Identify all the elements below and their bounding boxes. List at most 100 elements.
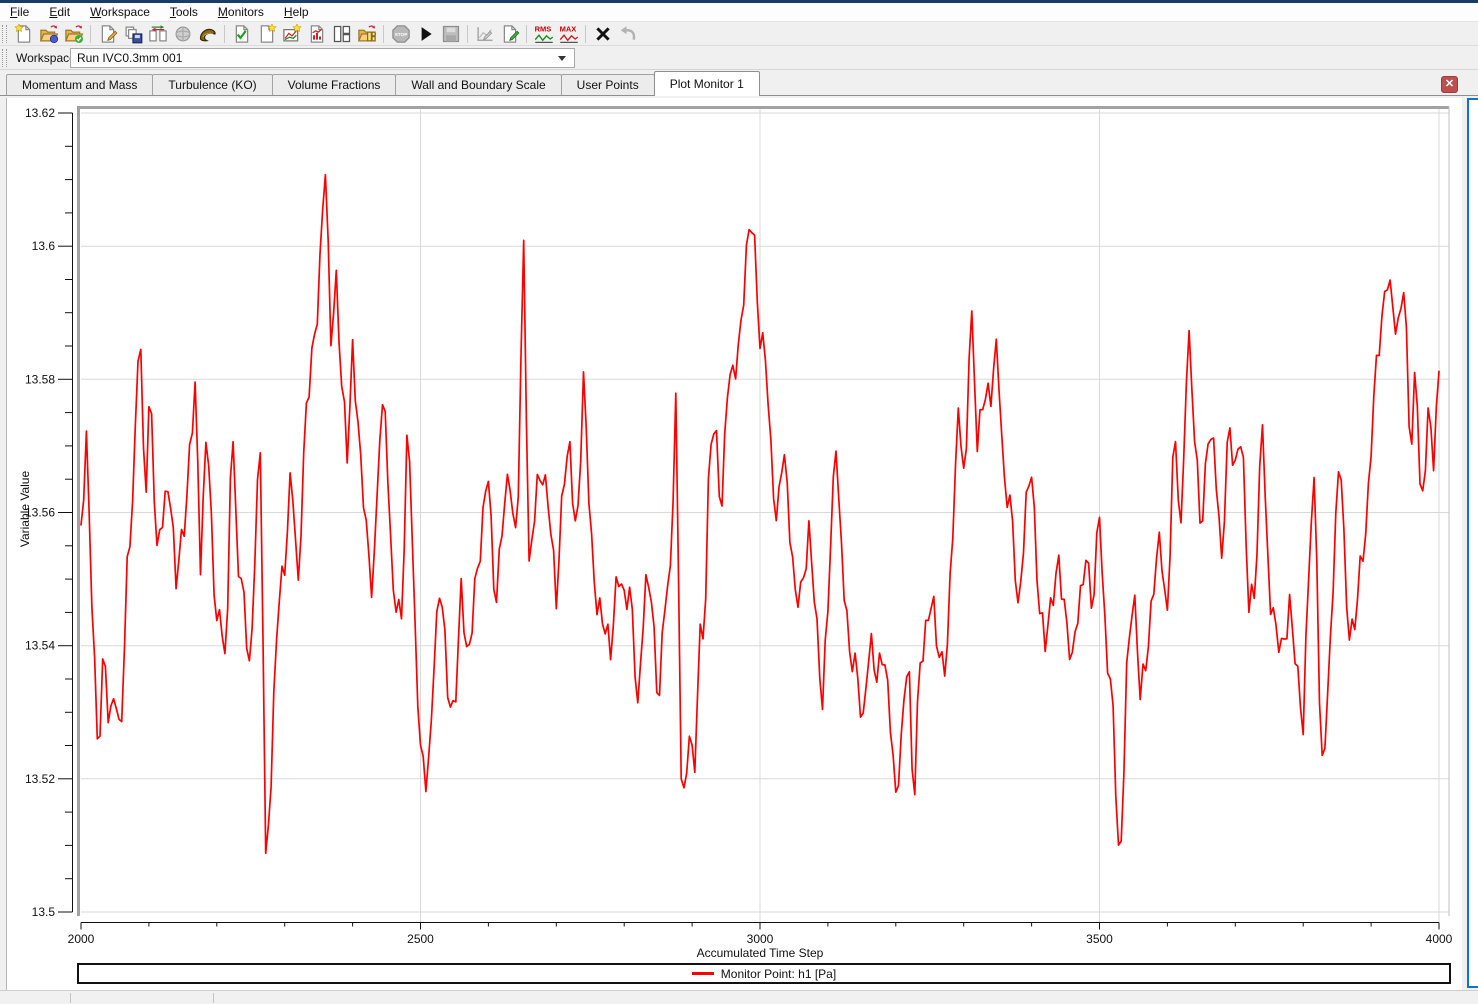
menu-file[interactable]: File — [2, 4, 37, 20]
define-run-icon — [232, 24, 252, 44]
workspace-layout-icon — [332, 24, 352, 44]
open-results-button[interactable] — [62, 23, 85, 45]
transfer-files-icon — [148, 24, 168, 44]
open-run-icon — [39, 24, 59, 44]
chevron-down-icon — [558, 56, 566, 61]
svg-text:3000: 3000 — [747, 932, 774, 946]
edit-properties-button[interactable] — [498, 23, 521, 45]
new-chart-icon — [282, 24, 302, 44]
stop-run-button: STOP — [389, 23, 412, 45]
save-results-button — [439, 23, 462, 45]
menu-help[interactable]: Help — [276, 4, 317, 20]
legend-label: Monitor Point: h1 [Pa] — [721, 967, 836, 981]
rms-residuals-button[interactable]: RMS — [532, 23, 555, 45]
svg-text:3500: 3500 — [1086, 932, 1113, 946]
toolbar-gripper[interactable] — [2, 25, 7, 43]
svg-text:2500: 2500 — [407, 932, 434, 946]
new-monitor-icon — [257, 24, 277, 44]
workspace-row: Workspace Run IVC0.3mm 001 — [0, 46, 1478, 70]
max-residuals-icon: MAX — [559, 24, 579, 44]
tab-plot-monitor-1[interactable]: Plot Monitor 1 — [654, 71, 760, 96]
y-axis-title: Variable Value — [18, 449, 32, 569]
svg-text:13.54: 13.54 — [25, 639, 55, 653]
status-bar-separator — [213, 993, 214, 1003]
remote-connection-icon — [173, 24, 193, 44]
new-monitor-button[interactable] — [255, 23, 278, 45]
toolbar-separator — [467, 25, 468, 43]
new-file-button[interactable] — [12, 23, 35, 45]
menu-monitors[interactable]: Monitors — [210, 4, 272, 20]
toolbar-separator — [526, 25, 527, 43]
toolbar-separator — [585, 25, 586, 43]
menu-edit[interactable]: Edit — [41, 4, 78, 20]
close-tab-button[interactable]: ✕ — [1441, 76, 1458, 93]
tab-volume-fractions[interactable]: Volume Fractions — [272, 74, 397, 95]
open-run-button[interactable] — [37, 23, 60, 45]
chart-properties-icon — [475, 24, 495, 44]
save-copy-icon — [123, 24, 143, 44]
svg-text:13.58: 13.58 — [25, 372, 55, 386]
legend-line-sample — [692, 972, 714, 975]
plot-monitor-panel: 13.513.5213.5413.5613.5813.613.622000250… — [6, 98, 1462, 990]
svg-text:13.62: 13.62 — [25, 106, 55, 120]
save-copy-button[interactable] — [121, 23, 144, 45]
undo-icon — [618, 24, 638, 44]
delete-object-button[interactable] — [591, 23, 614, 45]
save-results-icon — [441, 24, 461, 44]
status-bar-separator — [70, 993, 71, 1003]
cfx-shell-icon — [198, 24, 218, 44]
edit-definition-icon — [98, 24, 118, 44]
max-residuals-button[interactable]: MAX — [557, 23, 580, 45]
report-button[interactable] — [305, 23, 328, 45]
toolbar: STOP RMS MAX — [0, 22, 1478, 46]
svg-text:RMS: RMS — [534, 24, 551, 33]
remote-connection-button — [171, 23, 194, 45]
transfer-files-button[interactable] — [146, 23, 169, 45]
svg-text:13.5: 13.5 — [32, 905, 56, 919]
open-results-icon — [64, 24, 84, 44]
stop-run-icon: STOP — [391, 24, 411, 44]
svg-text:13.6: 13.6 — [32, 239, 56, 253]
workspace-combobox[interactable]: Run IVC0.3mm 001 — [70, 48, 575, 68]
delete-object-icon — [593, 24, 613, 44]
svg-text:Accumulated Time Step: Accumulated Time Step — [697, 946, 824, 960]
new-chart-button[interactable] — [280, 23, 303, 45]
menu-bar: FileEditWorkspaceToolsMonitorsHelp — [0, 3, 1478, 22]
workspace-layout-button[interactable] — [330, 23, 353, 45]
svg-text:STOP: STOP — [394, 32, 407, 38]
toolbar-separator — [224, 25, 225, 43]
workspace-toolbar-gripper[interactable] — [2, 49, 7, 67]
right-panel-edge[interactable] — [1467, 98, 1478, 988]
chart-properties-button — [473, 23, 496, 45]
tab-momentum-and-mass[interactable]: Momentum and Mass — [6, 74, 153, 95]
start-run-button[interactable] — [414, 23, 437, 45]
tab-wall-and-boundary-scale[interactable]: Wall and Boundary Scale — [395, 74, 561, 95]
menu-workspace[interactable]: Workspace — [82, 4, 158, 20]
undo-button — [616, 23, 639, 45]
toolbar-separator — [383, 25, 384, 43]
status-bar — [0, 990, 1478, 1004]
menu-tools[interactable]: Tools — [162, 4, 206, 20]
content-area: 13.513.5213.5413.5613.5813.613.622000250… — [0, 96, 1478, 990]
define-run-button[interactable] — [230, 23, 253, 45]
svg-text:4000: 4000 — [1426, 932, 1453, 946]
workspace-properties-icon — [357, 24, 377, 44]
tab-turbulence-ko[interactable]: Turbulence (KO) — [152, 74, 272, 95]
monitor-plot[interactable]: 13.513.5213.5413.5613.5813.613.622000250… — [7, 98, 1463, 990]
workspace-label: Workspace — [16, 51, 76, 65]
edit-definition-button[interactable] — [96, 23, 119, 45]
workspace-properties-button[interactable] — [355, 23, 378, 45]
report-icon — [307, 24, 327, 44]
rms-residuals-icon: RMS — [534, 24, 554, 44]
edit-properties-icon — [500, 24, 520, 44]
plot-legend: Monitor Point: h1 [Pa] — [77, 963, 1451, 984]
svg-text:13.52: 13.52 — [25, 772, 55, 786]
svg-text:2000: 2000 — [68, 932, 95, 946]
svg-text:MAX: MAX — [559, 24, 576, 33]
new-file-icon — [14, 24, 34, 44]
toolbar-separator — [90, 25, 91, 43]
tab-bar: Momentum and MassTurbulence (KO)Volume F… — [0, 70, 1478, 96]
tab-user-points[interactable]: User Points — [561, 74, 655, 95]
cfx-shell-button[interactable] — [196, 23, 219, 45]
start-run-icon — [416, 24, 436, 44]
